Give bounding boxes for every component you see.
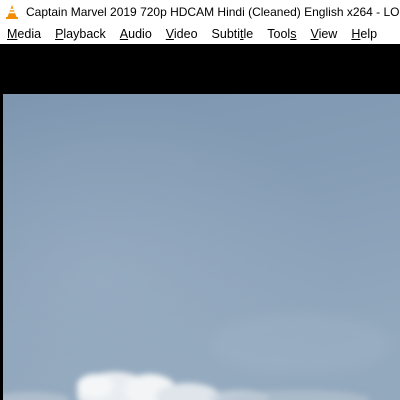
title-bar[interactable]: Captain Marvel 2019 720p HDCAM Hindi (Cl… bbox=[0, 0, 400, 24]
menu-tools[interactable]: Tools bbox=[260, 24, 303, 44]
media-player-window: Captain Marvel 2019 720p HDCAM Hindi (Cl… bbox=[0, 0, 400, 400]
menu-playback[interactable]: Playback bbox=[48, 24, 113, 44]
letterbox-bar bbox=[0, 44, 400, 94]
menu-audio[interactable]: Audio bbox=[113, 24, 159, 44]
window-title: Captain Marvel 2019 720p HDCAM Hindi (Cl… bbox=[26, 5, 400, 19]
sky-cloud-scene bbox=[0, 94, 400, 400]
video-left-edge bbox=[0, 94, 3, 400]
menu-media[interactable]: Media bbox=[0, 24, 48, 44]
menu-subtitle[interactable]: Subtitle bbox=[205, 24, 261, 44]
vlc-cone-icon bbox=[6, 5, 18, 19]
menu-bar: Media Playback Audio Video Subtitle Tool… bbox=[0, 24, 400, 44]
menu-view[interactable]: View bbox=[303, 24, 344, 44]
menu-help[interactable]: Help bbox=[344, 24, 384, 44]
menu-video[interactable]: Video bbox=[159, 24, 205, 44]
video-frame[interactable] bbox=[0, 94, 400, 400]
